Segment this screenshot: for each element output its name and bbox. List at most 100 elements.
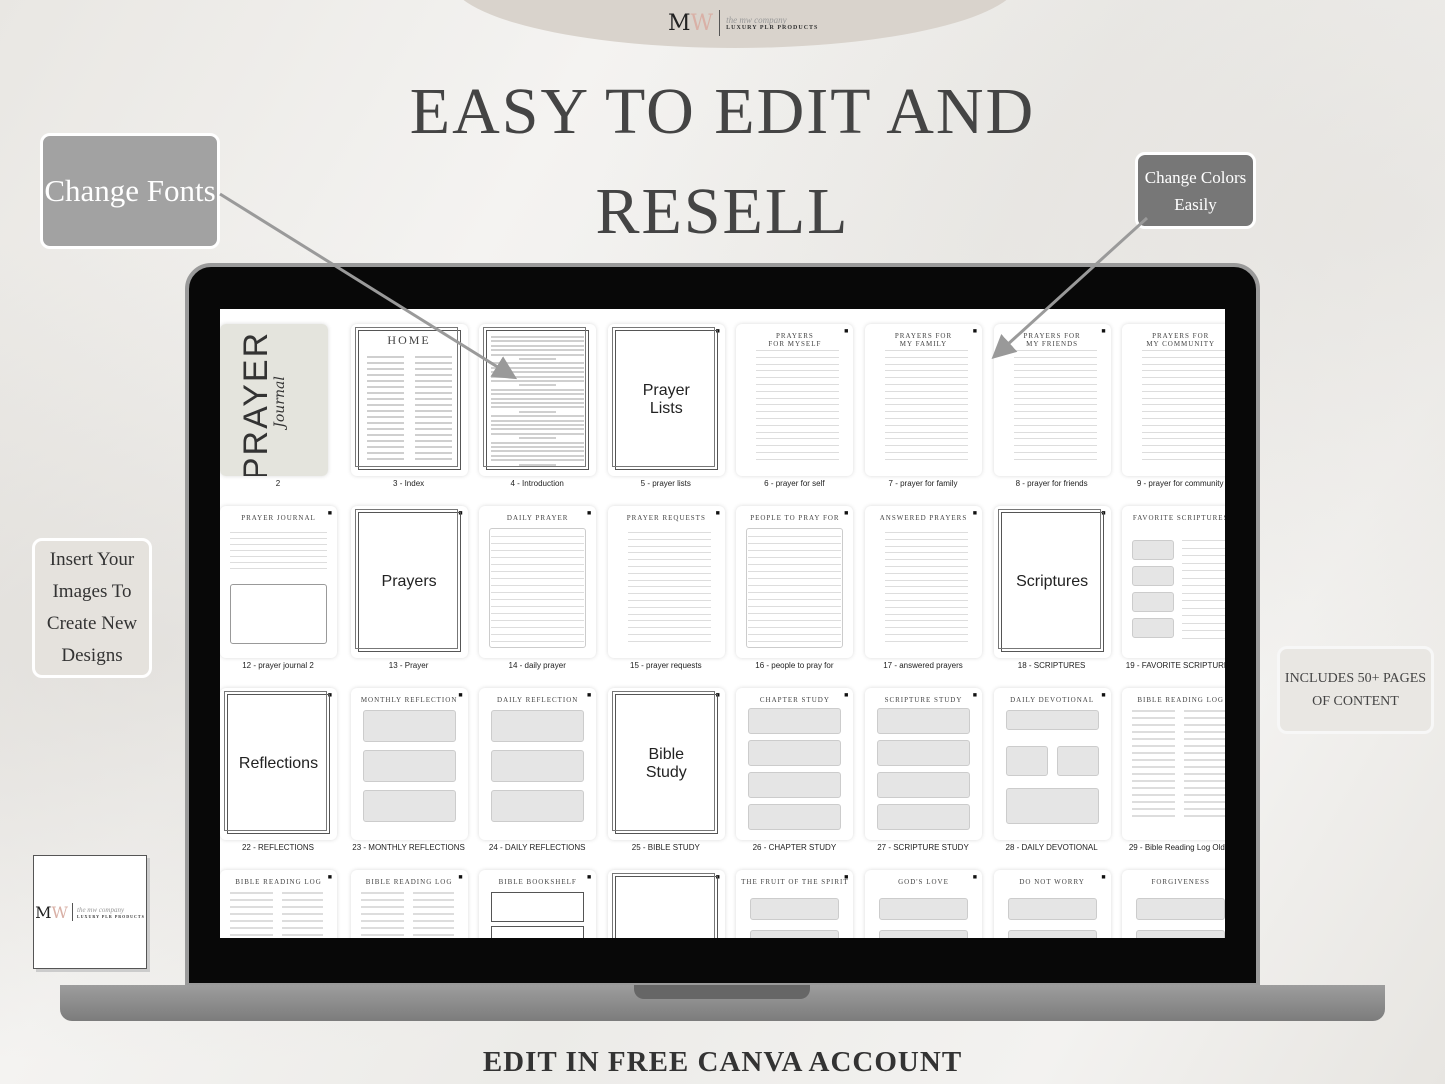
log-row: [412, 892, 454, 894]
page-frame: [611, 873, 715, 938]
table-line: [748, 536, 842, 537]
writing-line: [885, 538, 968, 540]
page-thumbnail[interactable]: ■ Scriptures: [993, 506, 1111, 658]
page-heading: BIBLE READING LOG: [1137, 696, 1224, 704]
writing-line: [885, 438, 968, 440]
page-thumbnail[interactable]: PRAYER Journal: [220, 324, 328, 476]
writing-line: [627, 600, 711, 601]
page-thumbnail[interactable]: ■BIBLE READING LOG: [1122, 688, 1225, 840]
log-row: [1132, 745, 1176, 747]
page-heading: FORGIVENESS: [1151, 878, 1210, 886]
page-label: 26 - CHAPTER STUDY: [752, 843, 837, 852]
verse-box: [1007, 930, 1097, 938]
page-thumbnail[interactable]: ■ SCRIPTURE STUDY: [865, 688, 982, 840]
page-thumbnail[interactable]: HOME: [350, 324, 468, 476]
page-thumbnail[interactable]: ■ PRAYER JOURNAL: [220, 506, 337, 658]
writing-line: [756, 431, 840, 433]
page-thumbnail[interactable]: ■ GOD'S LOVE: [865, 870, 982, 938]
page-thumbnail[interactable]: ■ MONTHLY REFLECTION: [350, 688, 468, 840]
text-line: [491, 388, 585, 391]
text-line: [491, 459, 585, 462]
page-thumbnail[interactable]: ■ DAILY DEVOTIONAL: [993, 688, 1111, 840]
page-thumbnail[interactable]: ■ Bible Study: [607, 688, 725, 840]
writing-line: [1142, 445, 1225, 447]
log-row: [412, 913, 454, 915]
table-line: [491, 536, 585, 537]
log-row: [1132, 787, 1176, 789]
page-thumbnail[interactable]: ■ Prayers: [350, 506, 468, 658]
index-entry: [366, 356, 404, 358]
log-row: [1132, 724, 1176, 726]
page-label: 6 - prayer for self: [764, 479, 825, 488]
verse-box: [1136, 898, 1225, 920]
log-row: [1132, 766, 1176, 768]
page-thumbnail[interactable]: ■ PRAYERS FOR MYSELF: [736, 324, 854, 476]
index-entry: [366, 392, 404, 394]
monogram: MW: [668, 10, 714, 36]
page-heading: PRAYERS FOR MYSELF: [768, 332, 822, 348]
reflection-box: [491, 710, 585, 742]
page-thumbnail[interactable]: ■ Prayer Lists: [607, 324, 725, 476]
page-thumbnail[interactable]: ■ BIBLE BOOKSHELF: [479, 870, 597, 938]
page-thumbnail[interactable]: ■ Reflections: [220, 688, 337, 840]
writing-line: [1013, 384, 1097, 385]
index-entry: [366, 416, 404, 418]
page-thumbnail[interactable]: ■FORGIVENESS: [1122, 870, 1225, 938]
writing-line: [756, 452, 840, 453]
page-label: 17 - answered prayers: [883, 661, 963, 670]
log-row: [1132, 808, 1176, 810]
page-thumbnail[interactable]: ■ PEOPLE TO PRAY FOR: [736, 506, 854, 658]
reflection-box: [362, 790, 456, 822]
index-entry: [414, 398, 452, 400]
page-thumbnail[interactable]: ■ DAILY REFLECTION: [479, 688, 597, 840]
page-thumbnail[interactable]: ■BIBLE READING LOG: [350, 870, 468, 938]
log-row: [1184, 787, 1225, 789]
writing-line: [885, 640, 968, 642]
page-thumbnail[interactable]: ■ PRAYER REQUESTS: [607, 506, 725, 658]
writing-line: [1182, 570, 1225, 571]
log-row: [1184, 801, 1225, 803]
page-thumbnail[interactable]: ■ CHAPTER STUDY: [736, 688, 854, 840]
table-line: [491, 585, 585, 586]
page-thumbnail[interactable]: ■ DO NOT WORRY: [993, 870, 1111, 938]
page-label: 19 - FAVORITE SCRIPTURES: [1125, 661, 1225, 670]
page-thumbnail[interactable]: ■ PRAYERS FOR MY FRIENDS: [993, 324, 1111, 476]
verse-box: [879, 898, 968, 920]
callout-page-count: INCLUDES 50+ PAGES OF CONTENT: [1277, 646, 1434, 734]
writing-line: [627, 634, 711, 635]
writing-line: [1182, 585, 1225, 586]
page-title-text: Study: [608, 937, 725, 938]
writing-line: [885, 572, 968, 574]
page-thumbnail[interactable]: ■ PRAYERS FOR MY FAMILY: [865, 324, 982, 476]
page-label: 14 - daily prayer: [508, 661, 566, 670]
page-thumbnail[interactable]: ■FAVORITE SCRIPTURES: [1122, 506, 1225, 658]
page-thumbnail[interactable]: ■ ANSWERED PRAYERS: [865, 506, 982, 658]
page-title-text: Scriptures: [1016, 573, 1089, 590]
page-label: 7 - prayer for family: [888, 479, 958, 488]
callout-change-fonts: Change Fonts: [40, 133, 220, 249]
log-row: [1132, 731, 1176, 733]
page-label: 29 - Bible Reading Log Old 1: [1128, 843, 1225, 852]
page-thumbnail[interactable]: ■ THE FRUIT OF THE SPIRIT: [736, 870, 854, 938]
table-line: [748, 627, 842, 628]
index-entry: [414, 422, 452, 424]
page-heading: PRAYERS FOR MY FAMILY: [894, 332, 953, 348]
writing-line: [627, 545, 711, 547]
text-line: [491, 419, 585, 422]
log-row: [282, 913, 323, 915]
page-thumbnail[interactable]: ■PRAYERS FOR MY COMMUNITY: [1122, 324, 1225, 476]
verse-box: [750, 898, 840, 920]
page-label: 13 - Prayer: [388, 661, 429, 670]
page-thumbnail[interactable]: [479, 324, 597, 476]
writing-line: [756, 445, 840, 447]
page-thumbnail[interactable]: ■BIBLE READING LOG: [220, 870, 337, 938]
writing-line: [1142, 384, 1225, 385]
canva-page-grid[interactable]: PRAYER Journal 2 HOME 3 - Index 4 - Introduct…: [220, 309, 1225, 938]
writing-line: [885, 397, 968, 399]
page-thumbnail[interactable]: ■Study: [607, 870, 725, 938]
writing-line: [627, 566, 711, 567]
writing-line: [1182, 600, 1225, 601]
writing-line: [756, 424, 840, 426]
logo-divider: [719, 10, 721, 36]
page-thumbnail[interactable]: ■ DAILY PRAYER: [479, 506, 597, 658]
